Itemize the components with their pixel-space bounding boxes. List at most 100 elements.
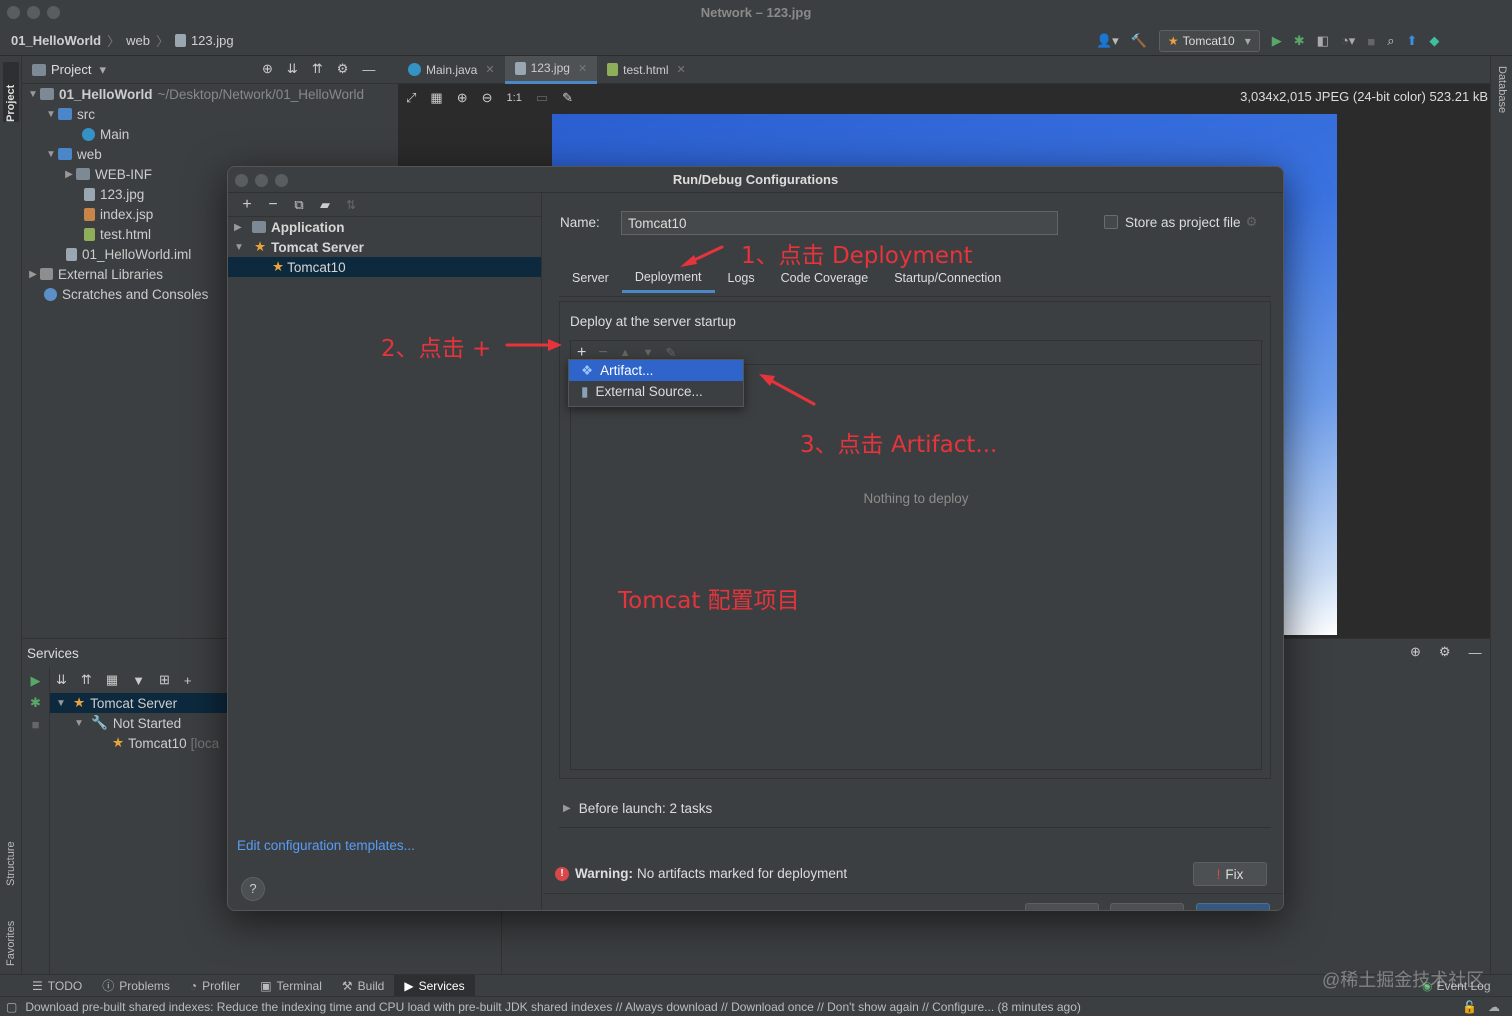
run-config-selector[interactable]: ★ Tomcat10 ▾: [1158, 30, 1260, 52]
close-icon[interactable]: ✕: [485, 63, 494, 76]
apply-button[interactable]: Apply: [1110, 903, 1184, 910]
tab-server[interactable]: Server: [559, 263, 622, 293]
folder-config-icon[interactable]: ▰: [312, 197, 338, 213]
edit-templates-link[interactable]: Edit configuration templates...: [237, 838, 415, 853]
chevron-down-icon[interactable]: ▼: [72, 718, 86, 729]
zoom-out-icon[interactable]: ⊖: [482, 90, 493, 106]
chevron-down-icon[interactable]: ▼: [26, 89, 40, 100]
stop-icon[interactable]: ■: [22, 717, 49, 732]
expand-all-icon[interactable]: ⇊: [287, 61, 298, 77]
breadcrumb-project[interactable]: 01_HelloWorld: [11, 33, 101, 48]
project-view-selector[interactable]: Project: [51, 62, 91, 77]
toolwindow-todo[interactable]: ☰ TODO: [22, 975, 92, 997]
locate-icon[interactable]: ⊕: [1410, 644, 1421, 660]
chevron-down-icon[interactable]: ▼: [54, 698, 68, 709]
remove-config-icon[interactable]: −: [260, 196, 286, 214]
store-checkbox[interactable]: [1104, 215, 1118, 229]
favorites-stripe-button[interactable]: Favorites: [3, 896, 19, 966]
toolwindow-build[interactable]: ⚒ Build: [332, 975, 394, 997]
move-up-icon[interactable]: ▲: [620, 347, 631, 359]
minimize-window-button[interactable]: [27, 6, 40, 19]
chevron-down-icon[interactable]: ▾: [99, 62, 106, 78]
hide-icon[interactable]: —: [362, 62, 375, 77]
collapse-all-icon[interactable]: ⇈: [312, 61, 323, 77]
add-service-icon[interactable]: +: [184, 673, 192, 688]
build-hammer-icon[interactable]: 🔨: [1131, 33, 1147, 49]
toolwindow-profiler[interactable]: ◔ Profiler: [180, 975, 250, 997]
chevron-right-icon[interactable]: ▶: [62, 169, 76, 180]
background-icon[interactable]: ▭: [536, 90, 548, 106]
structure-stripe-button[interactable]: Structure: [3, 806, 19, 886]
stop-icon[interactable]: ■: [1367, 34, 1375, 49]
update-icon[interactable]: ⬆: [1406, 33, 1417, 49]
dialog-minimize-button[interactable]: [255, 174, 268, 187]
move-down-icon[interactable]: ▼: [643, 347, 654, 359]
tree-row-src[interactable]: ▼ src: [22, 104, 398, 124]
color-picker-icon[interactable]: ✎: [562, 90, 573, 106]
toolwindow-terminal[interactable]: ▣ Terminal: [250, 975, 332, 997]
tab-test-html[interactable]: test.html ✕: [597, 56, 696, 84]
tree-row-main[interactable]: Main: [22, 124, 398, 144]
run-icon[interactable]: ▶: [1272, 33, 1282, 49]
chevron-down-icon[interactable]: ▼: [234, 242, 248, 253]
chevron-down-icon[interactable]: ▼: [44, 109, 58, 120]
grid-icon[interactable]: ▦: [430, 90, 442, 106]
zoom-in-icon[interactable]: ⊕: [457, 90, 468, 106]
zoom-window-button[interactable]: [47, 6, 60, 19]
chevron-right-icon[interactable]: ▶: [26, 269, 40, 280]
dialog-close-button[interactable]: [235, 174, 248, 187]
plugin-icon[interactable]: ◆: [1429, 33, 1439, 49]
toolwindow-problems[interactable]: ⓘ Problems: [92, 975, 180, 997]
breadcrumb-web[interactable]: web: [126, 33, 150, 48]
chevron-right-icon[interactable]: ▶: [234, 222, 248, 233]
config-row-application[interactable]: ▶ Application: [228, 217, 541, 237]
store-as-project-file[interactable]: Store as project file ⚙: [1104, 214, 1257, 230]
chevron-down-icon[interactable]: ▼: [44, 149, 58, 160]
breadcrumb-file[interactable]: 123.jpg: [191, 33, 234, 48]
collapse-all-icon[interactable]: ⇈: [81, 672, 92, 688]
tree-row-web[interactable]: ▼ web: [22, 144, 398, 164]
config-row-tomcat-server[interactable]: ▼ ★ Tomcat Server: [228, 237, 541, 257]
status-message[interactable]: Download pre-built shared indexes: Reduc…: [25, 1000, 1081, 1014]
debug-icon[interactable]: ✱: [22, 695, 49, 711]
close-icon[interactable]: ✕: [677, 63, 686, 76]
fit-icon[interactable]: ⤢: [406, 90, 416, 106]
profile-icon[interactable]: ◔▾: [1341, 33, 1355, 49]
popup-item-external-source[interactable]: ▮ External Source...: [569, 381, 743, 402]
new-tab-icon[interactable]: ⊞: [159, 672, 170, 688]
popup-item-artifact[interactable]: ❖ Artifact...: [569, 360, 743, 381]
search-icon[interactable]: ⌕: [1387, 33, 1394, 49]
hide-icon[interactable]: —: [1469, 645, 1482, 660]
tab-main-java[interactable]: Main.java ✕: [398, 56, 505, 84]
gear-icon[interactable]: ⚙: [1246, 214, 1258, 230]
ok-button[interactable]: OK: [1196, 903, 1270, 910]
dialog-zoom-button[interactable]: [275, 174, 288, 187]
user-icon[interactable]: 👤▾: [1096, 33, 1119, 49]
debug-icon[interactable]: ✱: [1294, 33, 1305, 49]
close-icon[interactable]: ✕: [578, 62, 587, 75]
actual-size-button[interactable]: 1:1: [507, 92, 522, 104]
copy-config-icon[interactable]: ⧉: [286, 197, 312, 213]
status-window-icon[interactable]: ▢: [6, 1000, 17, 1014]
cancel-button[interactable]: Cancel: [1025, 903, 1099, 910]
gear-icon[interactable]: ⚙: [337, 61, 349, 77]
close-window-button[interactable]: [7, 6, 20, 19]
lock-icon[interactable]: 🔓: [1462, 1000, 1477, 1014]
tree-row-project-root[interactable]: ▼ 01_HelloWorld ~/Desktop/Network/01_Hel…: [22, 84, 398, 104]
toolwindow-services[interactable]: ▶ Services: [394, 974, 475, 997]
add-config-icon[interactable]: +: [234, 196, 260, 214]
tab-deployment[interactable]: Deployment: [621, 263, 715, 293]
coverage-icon[interactable]: ◧: [1317, 33, 1329, 49]
before-launch-section[interactable]: ▶ Before launch: 2 tasks: [563, 801, 712, 816]
filter-icon[interactable]: ▼: [132, 673, 145, 688]
inspector-icon[interactable]: ☁: [1488, 1000, 1500, 1014]
project-stripe-button[interactable]: Project: [3, 62, 19, 122]
chevron-right-icon[interactable]: ▶: [563, 803, 571, 814]
locate-icon[interactable]: ⊕: [262, 61, 273, 77]
fix-button[interactable]: ! Fix: [1193, 862, 1267, 886]
help-button[interactable]: ?: [241, 877, 265, 901]
tab-123-jpg[interactable]: 123.jpg ✕: [504, 55, 598, 84]
run-icon[interactable]: ▶: [22, 673, 49, 689]
name-field[interactable]: [621, 211, 1058, 235]
database-stripe-button[interactable]: Database: [1495, 66, 1509, 146]
